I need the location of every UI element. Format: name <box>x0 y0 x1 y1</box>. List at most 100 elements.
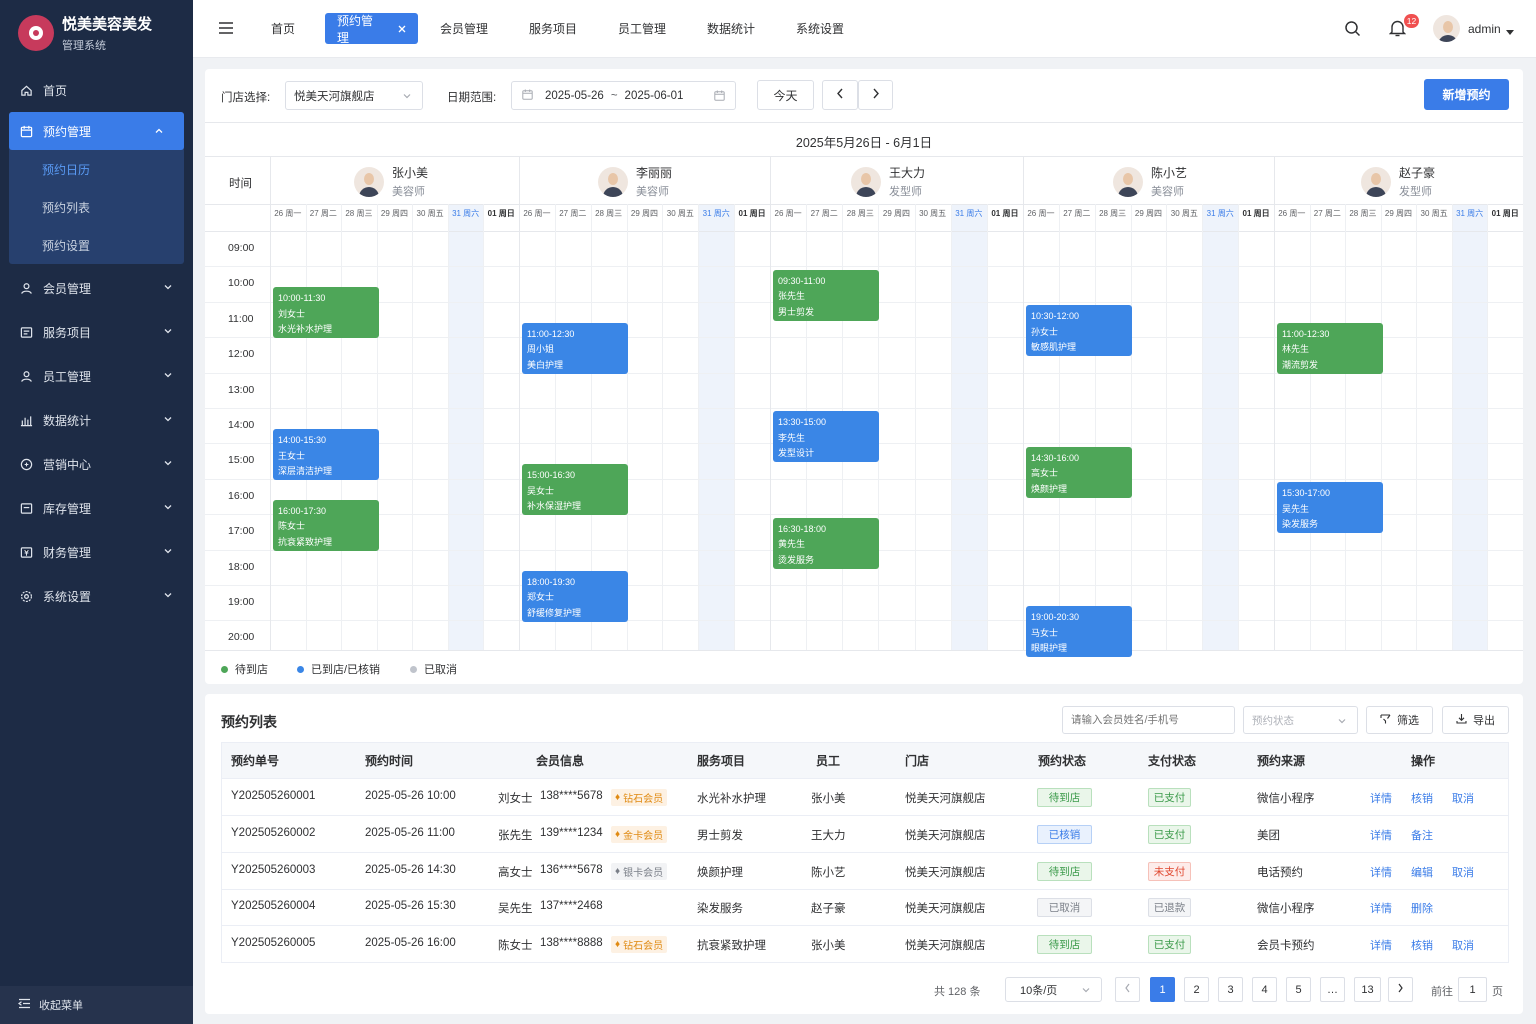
user-icon <box>20 281 34 295</box>
appointment-card[interactable]: 18:00-19:30 郑女士 舒缓修复护理 <box>522 570 628 622</box>
member-search-input[interactable] <box>1062 706 1235 734</box>
store-name: 悦美天河旗舰店 <box>905 940 986 953</box>
sidebar-item-staff[interactable]: 员工管理 <box>0 354 193 398</box>
sidebar-subitem-settings[interactable]: 预约设置 <box>9 226 184 264</box>
next-page-button[interactable] <box>1388 977 1413 1002</box>
row-action-link[interactable]: 详情 <box>1370 790 1392 806</box>
tab-home[interactable]: 首页 <box>271 13 295 44</box>
hour-label: 10:00 <box>228 277 255 290</box>
appointment-card[interactable]: 16:00-17:30 陈女士 抗衰紧致护理 <box>273 499 379 551</box>
sidebar-item-finance[interactable]: 财务管理 <box>0 530 193 574</box>
chevron-right-icon <box>1397 983 1404 996</box>
row-action-link[interactable]: 详情 <box>1370 827 1392 843</box>
sidebar-item-marketing[interactable]: 营销中心 <box>0 442 193 486</box>
close-icon[interactable] <box>398 22 406 36</box>
sidebar-item-inventory[interactable]: 库存管理 <box>0 486 193 530</box>
tab-members[interactable]: 会员管理 <box>440 13 488 44</box>
status-badge: 待到店 <box>1037 861 1092 881</box>
appointment-customer: 陈女士 <box>278 521 306 532</box>
sidebar-item-appointments[interactable]: 预约管理 <box>9 112 184 150</box>
export-button[interactable]: 导出 <box>1442 706 1509 734</box>
appointment-service: 补水保湿护理 <box>527 501 582 512</box>
page-button-5[interactable]: 5 <box>1286 977 1311 1002</box>
goto-page-input[interactable] <box>1458 977 1487 1002</box>
grid-line <box>205 585 1523 586</box>
row-action-link[interactable]: 取消 <box>1452 790 1474 806</box>
member-phone: 136****5678 <box>540 863 603 876</box>
prev-week-button[interactable] <box>822 80 858 110</box>
row-action-link[interactable]: 删除 <box>1411 900 1433 916</box>
appointment-customer: 郑女士 <box>527 592 555 603</box>
search-icon[interactable] <box>1344 20 1361 40</box>
tab-staff[interactable]: 员工管理 <box>618 13 666 44</box>
date-separator: ~ <box>610 89 618 102</box>
order-id: Y202505260001 <box>231 790 316 802</box>
hour-label: 20:00 <box>228 631 255 644</box>
chevron-down-icon <box>163 501 173 515</box>
sidebar-item-system[interactable]: 系统设置 <box>0 574 193 618</box>
tab-stats[interactable]: 数据统计 <box>707 13 755 44</box>
appointment-card[interactable]: 10:30-12:00 孙女士 敏感肌护理 <box>1026 305 1132 357</box>
sidebar-item-home[interactable]: 首页 <box>0 68 193 112</box>
row-action-link[interactable]: 核销 <box>1411 937 1433 953</box>
page-button-13[interactable]: 13 <box>1354 977 1381 1002</box>
sidebar-item-services[interactable]: 服务项目 <box>0 310 193 354</box>
store-select[interactable]: 悦美天河旗舰店 <box>285 81 423 110</box>
collapse-icon <box>17 998 31 1012</box>
page-button-2[interactable]: 2 <box>1184 977 1209 1002</box>
next-week-button[interactable] <box>858 80 893 110</box>
appointment-card[interactable]: 11:00-12:30 林先生 潮流剪发 <box>1277 322 1383 374</box>
appointment-card[interactable]: 16:30-18:00 黄先生 烫发服务 <box>773 517 879 569</box>
row-action-link[interactable]: 备注 <box>1411 827 1433 843</box>
appointment-card[interactable]: 11:00-12:30 周小姐 美白护理 <box>522 322 628 374</box>
sidebar-subitem-list[interactable]: 预约列表 <box>9 188 184 226</box>
filter-button[interactable]: 筛选 <box>1366 706 1433 734</box>
appointment-card[interactable]: 15:00-16:30 吴女士 补水保湿护理 <box>522 464 628 516</box>
staff-info: 李丽丽 美容师 <box>636 164 672 199</box>
gem-icon: ♦ <box>615 939 621 951</box>
new-appointment-button[interactable]: 新增预约 <box>1424 79 1509 110</box>
row-action-link[interactable]: 核销 <box>1411 790 1433 806</box>
appointment-card[interactable]: 13:30-15:00 李先生 发型设计 <box>773 411 879 463</box>
appointment-customer: 周小姐 <box>527 344 555 355</box>
avatar[interactable] <box>1433 15 1460 42</box>
page-button-3[interactable]: 3 <box>1218 977 1243 1002</box>
page-button-1[interactable]: 1 <box>1150 977 1175 1002</box>
row-action-link[interactable]: 详情 <box>1370 937 1392 953</box>
row-action-link[interactable]: 取消 <box>1452 864 1474 880</box>
row-action-link[interactable]: 详情 <box>1370 900 1392 916</box>
collapse-menu-button[interactable]: 收起菜单 <box>0 986 193 1024</box>
legend-item-pending: 待到店 <box>221 661 268 677</box>
tab-system[interactable]: 系统设置 <box>796 13 844 44</box>
tab-services[interactable]: 服务项目 <box>529 13 577 44</box>
weekend-shade <box>698 204 735 650</box>
appointment-card[interactable]: 15:30-17:00 吴先生 染发服务 <box>1277 482 1383 534</box>
order-id: Y202505260004 <box>231 900 316 913</box>
page-button-4[interactable]: 4 <box>1252 977 1277 1002</box>
today-button[interactable]: 今天 <box>757 80 814 110</box>
status-select[interactable]: 预约状态 <box>1243 706 1358 734</box>
page-ellipsis[interactable]: … <box>1320 977 1345 1002</box>
hamburger-menu-icon[interactable] <box>218 21 234 38</box>
order-id: Y202505260002 <box>231 826 316 839</box>
date-range-picker[interactable]: 2025-05-26 ~ 2025-06-01 <box>511 81 736 110</box>
appointment-card[interactable]: 14:00-15:30 王女士 深层清洁护理 <box>273 429 379 481</box>
appointment-card[interactable]: 09:30-11:00 张先生 男士剪发 <box>773 269 879 321</box>
sidebar-item-members[interactable]: 会员管理 <box>0 266 193 310</box>
chevron-down-icon <box>163 545 173 559</box>
hour-label: 14:00 <box>228 419 255 431</box>
row-action-link[interactable]: 取消 <box>1452 937 1474 953</box>
caret-down-icon[interactable] <box>1506 25 1514 39</box>
member-level-badge: ♦ 金卡会员 <box>611 825 668 843</box>
user-name[interactable]: admin <box>1468 22 1501 36</box>
appointment-card[interactable]: 14:30-16:00 高女士 焕颜护理 <box>1026 446 1132 498</box>
sidebar-subitem-calendar[interactable]: 预约日历 <box>9 150 184 188</box>
appointment-card[interactable]: 19:00-20:30 马女士 眼眼护理 <box>1026 606 1132 658</box>
appointment-card[interactable]: 10:00-11:30 刘女士 水光补水护理 <box>273 287 379 339</box>
row-action-link[interactable]: 编辑 <box>1411 864 1433 880</box>
page-size-select[interactable]: 10条/页 <box>1005 977 1102 1002</box>
row-action-link[interactable]: 详情 <box>1370 864 1392 880</box>
prev-page-button[interactable] <box>1115 977 1140 1002</box>
tab-appointments[interactable]: 预约管理 <box>325 13 418 45</box>
sidebar-item-stats[interactable]: 数据统计 <box>0 398 193 442</box>
